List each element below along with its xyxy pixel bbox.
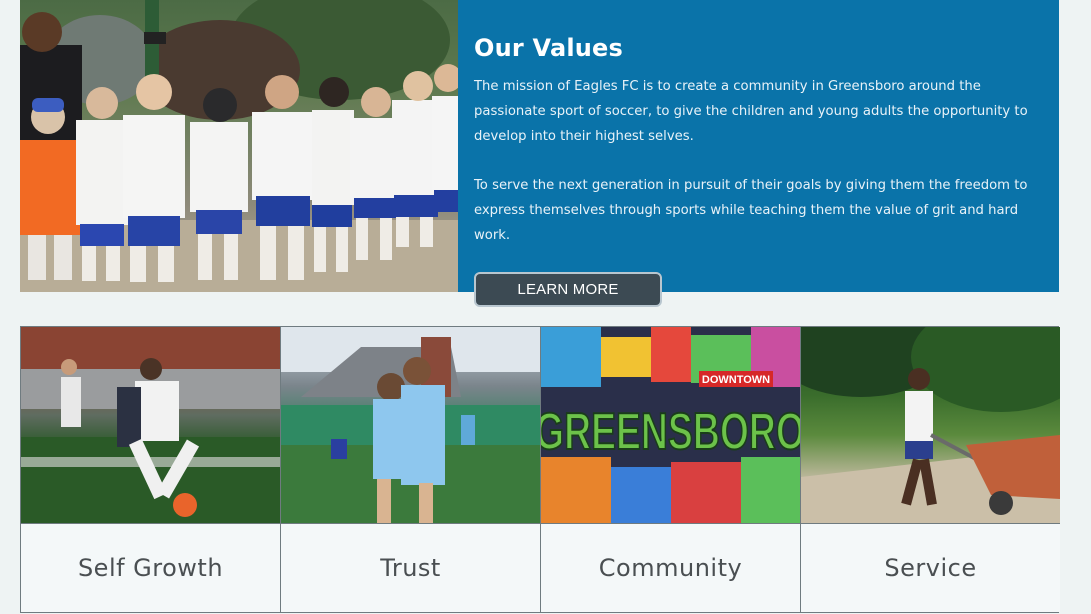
values-panel: Our Values The mission of Eagles FC is t… xyxy=(458,0,1059,307)
values-title: Our Values xyxy=(474,34,624,62)
mural-greensboro-text: GREENSBORO xyxy=(541,403,800,461)
values-section: Our Values The mission of Eagles FC is t… xyxy=(20,0,1059,307)
value-cards: Self Growth Trust DOWNTOWN GREENSBORO Co… xyxy=(20,326,1060,613)
values-vision-text: To serve the next generation in pursuit … xyxy=(474,178,1028,243)
team-photo-illustration xyxy=(20,0,458,292)
soccer-player-image xyxy=(21,327,280,523)
card-label: Trust xyxy=(281,523,540,612)
teammates-image xyxy=(281,327,540,523)
card-trust[interactable]: Trust xyxy=(281,327,540,612)
values-mission-text: The mission of Eagles FC is to create a … xyxy=(474,79,1028,144)
team-photo xyxy=(20,0,458,292)
learn-more-button[interactable]: LEARN MORE xyxy=(474,272,662,307)
card-label: Self Growth xyxy=(21,523,280,612)
wheelbarrow-image xyxy=(801,327,1060,523)
mural-downtown-text: DOWNTOWN xyxy=(702,374,770,386)
card-service[interactable]: Service xyxy=(801,327,1060,612)
card-self-growth[interactable]: Self Growth xyxy=(21,327,280,612)
greensboro-mural-image: DOWNTOWN GREENSBORO xyxy=(541,327,800,523)
card-label: Service xyxy=(801,523,1060,612)
card-community[interactable]: DOWNTOWN GREENSBORO Community xyxy=(541,327,800,612)
card-label: Community xyxy=(541,523,800,612)
